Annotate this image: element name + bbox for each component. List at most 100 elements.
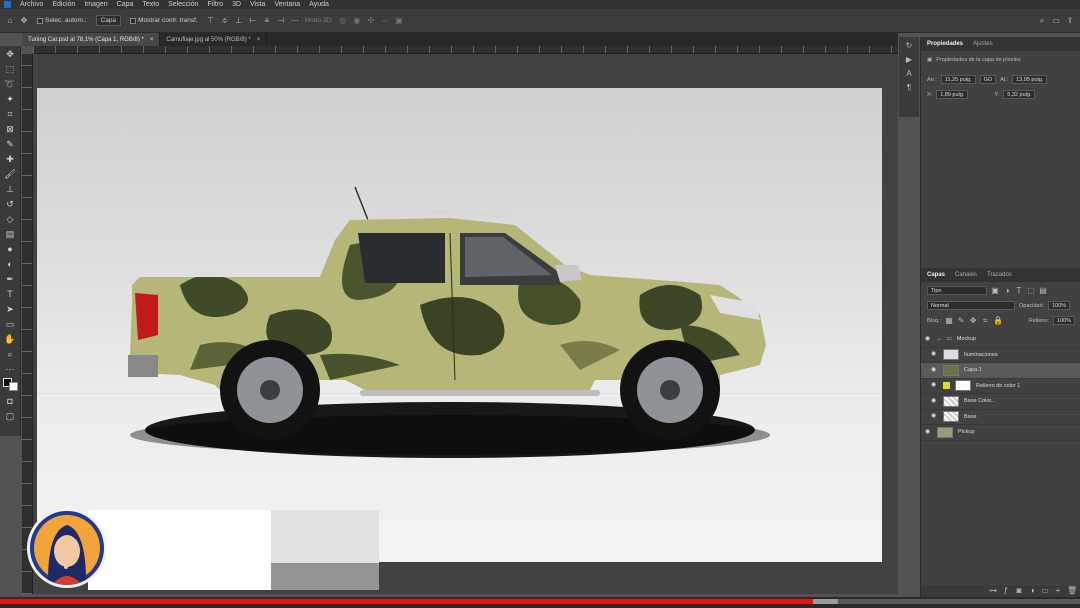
workspace-icon[interactable]: ▭	[1052, 16, 1060, 25]
close-icon[interactable]: ×	[257, 37, 261, 43]
blur-tool-icon[interactable]: ●	[4, 243, 17, 256]
visibility-icon[interactable]: ◉	[931, 398, 938, 404]
menu-filtro[interactable]: Filtro	[208, 1, 224, 8]
menu-vista[interactable]: Vista	[250, 1, 265, 8]
video-progress-played[interactable]	[0, 599, 813, 604]
more-tools-icon[interactable]: ⋯	[4, 363, 17, 376]
screen-mode-icon[interactable]: ▢	[4, 410, 17, 423]
menu-seleccion[interactable]: Selección	[168, 1, 198, 8]
chevron-down-icon[interactable]: ⌄	[937, 336, 942, 342]
menu-archivo[interactable]: Archivo	[20, 1, 43, 8]
menu-capa[interactable]: Capa	[117, 1, 134, 8]
hand-tool-icon[interactable]: ✋	[4, 333, 17, 346]
filter-type-icon[interactable]: T	[1015, 286, 1023, 295]
search-icon[interactable]: ⌕	[1038, 16, 1046, 25]
filter-pixel-icon[interactable]: ▣	[991, 286, 999, 295]
healing-brush-icon[interactable]: ✚	[4, 153, 17, 166]
new-layer-icon[interactable]: +	[1054, 587, 1062, 595]
layer-mockup[interactable]: ◉ ⌄ ▭ Mockup	[921, 332, 1080, 348]
tab-adjustments[interactable]: Ajustes	[973, 41, 993, 47]
visibility-icon[interactable]: ◉	[931, 413, 938, 419]
history-brush-icon[interactable]: ↺	[4, 198, 17, 211]
lock-position-icon[interactable]: ✥	[969, 316, 977, 325]
filter-adjust-icon[interactable]: ◑	[1003, 286, 1011, 295]
lock-image-icon[interactable]: ✎	[957, 316, 965, 325]
visibility-icon[interactable]: ◉	[925, 336, 932, 342]
move-tool-icon[interactable]: ✥	[20, 16, 28, 25]
lock-pixels-icon[interactable]: ▦	[945, 316, 953, 325]
tab-paths[interactable]: Trazados	[987, 272, 1012, 278]
lasso-tool-icon[interactable]: ➰	[4, 78, 17, 91]
type-tool-icon[interactable]: T	[4, 288, 17, 301]
tab-channels[interactable]: Canales	[955, 272, 977, 278]
align-right-icon[interactable]: ⊣	[277, 16, 285, 25]
lock-all-icon[interactable]: 🔒	[993, 316, 1003, 325]
color-swatches[interactable]	[2, 378, 18, 393]
align-center-icon[interactable]: ≡	[263, 16, 271, 25]
link-layers-icon[interactable]: ⊶	[989, 587, 997, 595]
link-toggle[interactable]: GO	[979, 75, 997, 84]
home-icon[interactable]: ⌂	[6, 16, 14, 25]
align-bottom-icon[interactable]: ⊥	[235, 16, 243, 25]
align-left-icon[interactable]: ⊢	[249, 16, 257, 25]
height-field[interactable]: 13,95 pulg.	[1012, 75, 1048, 84]
show-transform-toggle[interactable]: Mostrar contr. transf.	[127, 15, 201, 26]
menu-ayuda[interactable]: Ayuda	[309, 1, 329, 8]
layer-pickup[interactable]: ◉ Pickup	[921, 425, 1080, 441]
tab-layers[interactable]: Capas	[927, 272, 945, 278]
dodge-tool-icon[interactable]: ◐	[4, 258, 17, 271]
x-field[interactable]: 1,89 pulg.	[936, 90, 969, 99]
roll-3d-icon[interactable]: ◉	[353, 16, 361, 25]
visibility-icon[interactable]: ◉	[931, 351, 938, 357]
shape-tool-icon[interactable]: ▭	[4, 318, 17, 331]
layer-base-color[interactable]: ◉ Base Color...	[921, 394, 1080, 410]
visibility-icon[interactable]: ◉	[931, 367, 938, 373]
pan-3d-icon[interactable]: ✣	[367, 16, 375, 25]
channel-avatar[interactable]	[27, 508, 107, 588]
quick-mask-icon[interactable]: ◘	[4, 395, 17, 408]
filter-shape-icon[interactable]: ⬚	[1027, 286, 1035, 295]
magic-wand-icon[interactable]: ✦	[4, 93, 17, 106]
blend-mode-select[interactable]: Normal	[927, 301, 1015, 310]
menu-3d[interactable]: 3D	[232, 1, 241, 8]
zoom-tool-icon[interactable]: ⌕	[4, 348, 17, 361]
y-field[interactable]: 5,32 pulg.	[1003, 90, 1036, 99]
layer-relleno-color-1[interactable]: ◉ Relleno de color 1	[921, 379, 1080, 394]
path-select-icon[interactable]: ➤	[4, 303, 17, 316]
crop-tool-icon[interactable]: ⌗	[4, 108, 17, 121]
distribute-icon[interactable]: ⋯	[291, 16, 299, 25]
layer-iluminaciones[interactable]: ◉ Iluminaciones	[921, 348, 1080, 363]
orbit-3d-icon[interactable]: ◎	[339, 16, 347, 25]
add-mask-icon[interactable]: ◙	[1015, 587, 1023, 595]
kind-filter-select[interactable]: Tipo	[927, 286, 987, 295]
filter-smart-icon[interactable]: ▤	[1039, 286, 1047, 295]
gradient-tool-icon[interactable]: ▤	[4, 228, 17, 241]
adjustment-layer-icon[interactable]: ◑	[1028, 587, 1036, 595]
tab-tuning-car[interactable]: Tuning Car.psd al 78,1% (Capa 1, RGB/8) …	[22, 33, 161, 46]
align-middle-icon[interactable]: ≑	[221, 16, 229, 25]
layer-capa-1[interactable]: ◉ Capa 1	[921, 363, 1080, 379]
delete-layer-icon[interactable]: 🗑	[1067, 587, 1077, 595]
move-tool-icon[interactable]: ✥	[4, 48, 17, 61]
eraser-icon[interactable]: ◇	[4, 213, 17, 226]
new-group-icon[interactable]: ▭	[1041, 587, 1049, 595]
menu-ventana[interactable]: Ventana	[274, 1, 300, 8]
visibility-icon[interactable]: ◉	[931, 382, 938, 388]
background-color-swatch[interactable]	[8, 382, 18, 391]
fx-icon[interactable]: ƒ	[1002, 587, 1010, 595]
menu-imagen[interactable]: Imagen	[84, 1, 107, 8]
close-icon[interactable]: ×	[150, 37, 154, 43]
tab-properties[interactable]: Propiedades	[927, 41, 963, 47]
stamp-tool-icon[interactable]: ⊥	[4, 183, 17, 196]
menu-edicion[interactable]: Edición	[52, 1, 75, 8]
tab-camuflaje[interactable]: Camuflaje.jpg al 50% (RGB/8) * ×	[160, 33, 268, 46]
photoshop-logo-icon[interactable]	[4, 1, 11, 8]
pen-tool-icon[interactable]: ✒	[4, 273, 17, 286]
visibility-icon[interactable]: ◉	[925, 429, 932, 435]
actions-panel-icon[interactable]: ▶	[905, 56, 913, 64]
menu-texto[interactable]: Texto	[142, 1, 159, 8]
auto-select-checkbox[interactable]	[37, 17, 43, 24]
slide-3d-icon[interactable]: ⇔	[381, 16, 389, 25]
align-top-icon[interactable]: ⊤	[207, 16, 215, 25]
frame-tool-icon[interactable]: ⊠	[4, 123, 17, 136]
